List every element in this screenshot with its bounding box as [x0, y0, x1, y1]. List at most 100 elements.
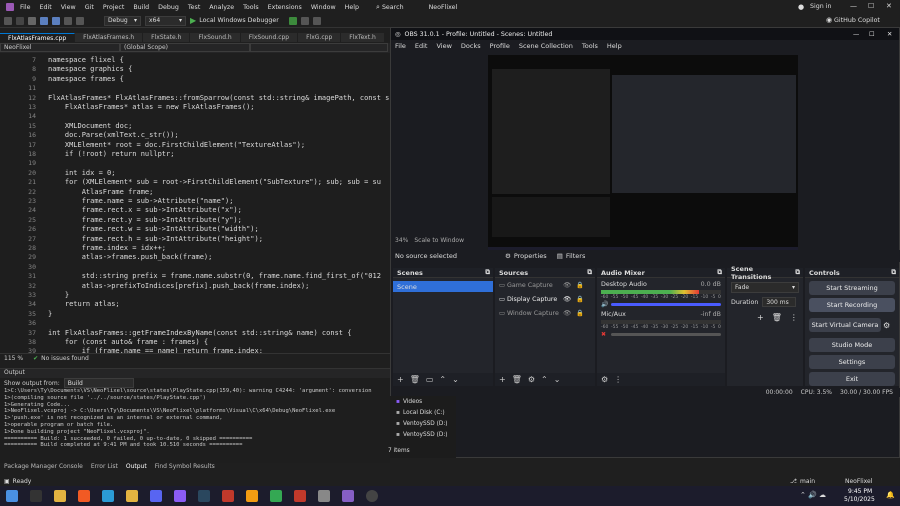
- dock-icon[interactable]: ⧉: [891, 268, 896, 277]
- transition-dropdown[interactable]: Fade ▾: [731, 282, 799, 293]
- move-down-icon[interactable]: ⌄: [452, 375, 459, 384]
- tab-flxsound-cpp[interactable]: FlxSound.cpp: [240, 33, 299, 42]
- app-icon[interactable]: [294, 490, 306, 502]
- code-line[interactable]: frame.rect.h = sub->IntAttribute("height…: [48, 235, 263, 243]
- volume-slider[interactable]: [611, 303, 721, 306]
- code-line[interactable]: for (XMLElement* sub = root->FirstChildE…: [48, 178, 381, 186]
- lock-icon[interactable]: 🔒: [576, 295, 584, 303]
- remove-scene-icon[interactable]: 🗑: [410, 375, 420, 384]
- scene-item[interactable]: Scene: [393, 281, 493, 292]
- back-icon[interactable]: [4, 16, 12, 25]
- toolbar-icon[interactable]: [312, 16, 321, 25]
- code-line[interactable]: XMLElement* root = doc.FirstChildElement…: [48, 141, 305, 149]
- obs-maximize-icon[interactable]: ☐: [869, 31, 875, 38]
- menu-extensions[interactable]: Extensions: [268, 4, 302, 11]
- menu-debug[interactable]: Debug: [158, 4, 179, 11]
- undo-icon[interactable]: [64, 16, 72, 25]
- tab-output[interactable]: Output: [126, 463, 147, 472]
- redo-icon[interactable]: [76, 16, 84, 25]
- add-source-icon[interactable]: +: [499, 375, 506, 384]
- code-line[interactable]: }: [48, 310, 52, 318]
- code-line[interactable]: namespace graphics {: [48, 65, 132, 73]
- run-debugger-button[interactable]: Local Windows Debugger: [199, 17, 279, 24]
- obs-icon[interactable]: [366, 490, 378, 502]
- tab-flxtext-h[interactable]: FlxText.h: [341, 33, 385, 42]
- obs-close-icon[interactable]: ✕: [887, 31, 892, 38]
- platform-dropdown[interactable]: x64 ▾: [145, 15, 187, 26]
- properties-button[interactable]: Properties: [514, 252, 547, 260]
- edge-icon[interactable]: [102, 490, 114, 502]
- tab-flxsound-h[interactable]: FlxSound.h: [190, 33, 241, 42]
- status-project[interactable]: NeoFlixel: [845, 478, 872, 485]
- menu-help[interactable]: Help: [345, 4, 359, 11]
- source-item[interactable]: ▭ Game Capture 👁 🔒: [495, 278, 595, 292]
- eye-icon[interactable]: 👁: [563, 309, 571, 317]
- code-line[interactable]: for (const auto& frame : frames) {: [48, 338, 208, 346]
- code-editor[interactable]: 7 namespace flixel {8 namespace graphics {…: [0, 53, 390, 353]
- dock-icon[interactable]: ⧉: [587, 268, 592, 277]
- menu-window[interactable]: Window: [311, 4, 336, 11]
- menu-project[interactable]: Project: [103, 4, 125, 11]
- menu-tools[interactable]: Tools: [243, 4, 259, 11]
- menu-analyze[interactable]: Analyze: [209, 4, 234, 11]
- search-box[interactable]: Search: [382, 4, 404, 11]
- steam-icon[interactable]: [198, 490, 210, 502]
- code-line[interactable]: AtlasFrame frame;: [48, 188, 154, 196]
- code-line[interactable]: frame.rect.y = sub->IntAttribute("y");: [48, 216, 242, 224]
- tab-flxg-cpp[interactable]: FlxG.cpp: [298, 33, 342, 42]
- obs-menu-docks[interactable]: Docks: [461, 42, 481, 50]
- minimize-icon[interactable]: —: [850, 2, 857, 10]
- output-source-dropdown[interactable]: Build: [63, 378, 134, 388]
- member-dropdown[interactable]: [250, 43, 388, 52]
- volume-slider[interactable]: [611, 333, 721, 336]
- code-line[interactable]: frame.rect.w = sub->IntAttribute("width"…: [48, 225, 259, 233]
- menu-git[interactable]: Git: [85, 4, 94, 11]
- run-without-debug-icon[interactable]: [288, 16, 297, 25]
- start-virtual-camera-button[interactable]: Start Virtual Camera: [809, 318, 881, 332]
- code-line[interactable]: namespace flixel {: [48, 56, 124, 64]
- code-line[interactable]: namespace frames {: [48, 75, 124, 83]
- filters-button[interactable]: Filters: [566, 252, 585, 260]
- brave-icon[interactable]: [78, 490, 90, 502]
- menu-view[interactable]: View: [61, 4, 76, 11]
- code-line[interactable]: if (!root) return nullptr;: [48, 150, 175, 158]
- visual-studio-icon[interactable]: [342, 490, 354, 502]
- code-line[interactable]: FlxAtlasFrames* FlxAtlasFrames::fromSpar…: [48, 94, 389, 102]
- obs-preview[interactable]: [488, 55, 798, 259]
- start-icon[interactable]: [6, 490, 18, 502]
- obs-menu-profile[interactable]: Profile: [490, 42, 510, 50]
- scope-dropdown[interactable]: (Global Scope): [120, 43, 250, 52]
- code-line[interactable]: frame.name = sub->Attribute("name");: [48, 197, 234, 205]
- code-line[interactable]: doc.Parse(xmlText.c_str());: [48, 131, 179, 139]
- file-explorer-icon[interactable]: [54, 490, 66, 502]
- settings-button[interactable]: Settings: [809, 355, 895, 369]
- tab-flxstate-h[interactable]: FlxState.h: [143, 33, 191, 42]
- code-line[interactable]: int FlxAtlasFrames::getFrameIndexByName(…: [48, 329, 351, 337]
- move-up-icon[interactable]: ⌃: [439, 375, 446, 384]
- search-icon[interactable]: [30, 490, 42, 502]
- discord-icon[interactable]: [150, 490, 162, 502]
- save-icon[interactable]: [40, 16, 48, 25]
- tab-error-list[interactable]: Error List: [91, 463, 118, 472]
- obs-menu-file[interactable]: File: [395, 42, 406, 50]
- code-line[interactable]: FlxAtlasFrames* atlas = new FlxAtlasFram…: [48, 103, 255, 111]
- save-all-icon[interactable]: [52, 16, 60, 25]
- tools-icon[interactable]: [300, 16, 309, 25]
- dock-icon[interactable]: ⧉: [485, 268, 490, 277]
- remove-source-icon[interactable]: 🗑: [512, 375, 522, 384]
- clock-time[interactable]: 9:45 PM: [848, 488, 872, 495]
- code-line[interactable]: frame.index = idx++;: [48, 244, 166, 252]
- fl-studio-icon[interactable]: [246, 490, 258, 502]
- explorer-item[interactable]: ▪ Local Disk (C:): [390, 407, 456, 418]
- user-icon[interactable]: ●: [798, 3, 804, 11]
- start-streaming-button[interactable]: Start Streaming: [809, 281, 895, 295]
- remove-transition-icon[interactable]: 🗑: [772, 313, 782, 322]
- source-item[interactable]: ▭ Window Capture 👁 🔒: [495, 306, 595, 320]
- obs-menu-help[interactable]: Help: [607, 42, 622, 50]
- dock-icon[interactable]: ⧉: [795, 268, 800, 277]
- obs-menu-edit[interactable]: Edit: [415, 42, 428, 50]
- branch-icon[interactable]: ⎇: [790, 478, 797, 485]
- chrome-icon[interactable]: [270, 490, 282, 502]
- status-branch[interactable]: main: [800, 478, 815, 485]
- menu-edit[interactable]: Edit: [40, 4, 52, 11]
